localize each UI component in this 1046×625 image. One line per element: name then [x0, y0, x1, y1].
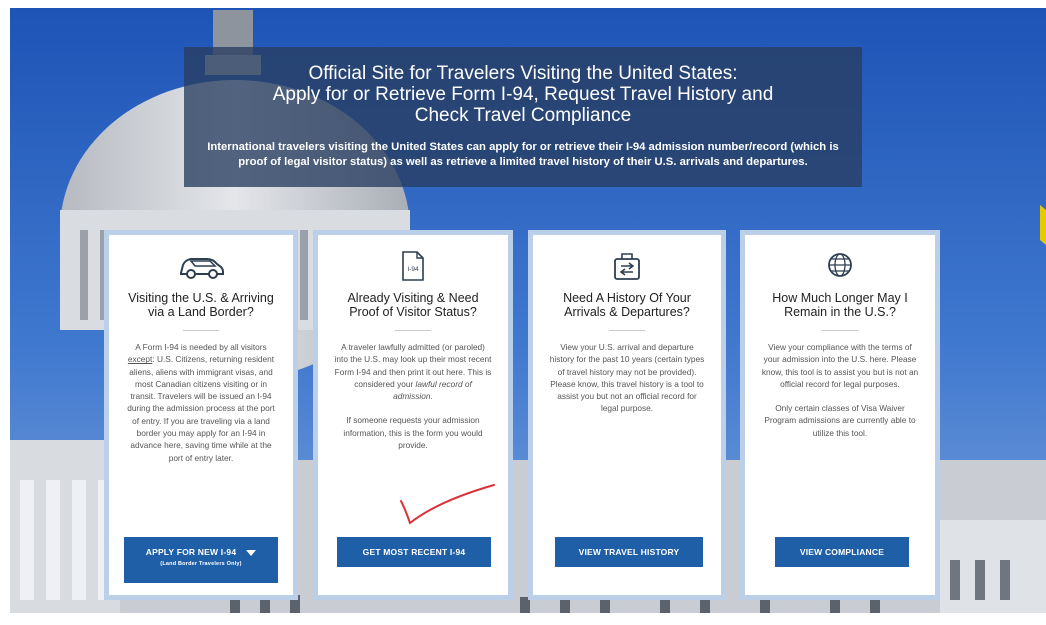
card-compliance: How Much Longer May I Remain in the U.S.…: [740, 230, 940, 600]
divider: [609, 330, 645, 331]
card-title-line: How Much Longer May I: [772, 291, 908, 305]
body-text: Only certain classes of Visa Waiver Prog…: [764, 403, 916, 438]
body-text-underlined: except: [127, 354, 153, 365]
card-visitor-status: I-94 Already Visiting & Need Proof of Vi…: [313, 230, 513, 600]
card-title-line: Already Visiting & Need: [347, 291, 479, 305]
card-title-line: Visiting the U.S. & Arriving: [128, 291, 274, 305]
card-body: View your U.S. arrival and departure his…: [549, 341, 705, 427]
card-body: A Form I-94 is needed by all visitors ex…: [125, 341, 277, 476]
card-travel-history: Need A History Of Your Arrivals & Depart…: [528, 230, 726, 600]
title-line-3: Check Travel Compliance: [414, 105, 632, 126]
button-label: VIEW TRAVEL HISTORY: [578, 547, 680, 557]
hero-description: International travelers visiting the Uni…: [207, 141, 839, 168]
view-travel-history-button[interactable]: VIEW TRAVEL HISTORY: [555, 537, 703, 567]
caret-down-icon: [246, 549, 257, 556]
i94-icon-label: I-94: [407, 266, 419, 273]
body-text: View your compliance with the terms of y…: [761, 342, 919, 389]
apply-for-new-i94-button[interactable]: APPLY FOR NEW I-94 (Land Border Traveler…: [124, 537, 278, 583]
checkmark-annotation: [400, 484, 495, 525]
body-text: : U.S. Citizens, returning resident alie…: [127, 354, 275, 463]
i94-document-icon: I-94: [318, 251, 508, 283]
divider: [183, 330, 219, 331]
body-text: View your U.S. arrival and departure his…: [549, 342, 705, 414]
title-line-2: Apply for or Retrieve Form I-94, Request…: [272, 84, 774, 105]
card-title: How Much Longer May I Remain in the U.S.…: [753, 291, 927, 319]
button-sublabel: (Land Border Travelers Only): [160, 561, 242, 567]
body-text: A Form I-94 is needed by all visitors: [135, 342, 267, 352]
card-title: Already Visiting & Need Proof of Visitor…: [326, 291, 500, 319]
card-body: View your compliance with the terms of y…: [761, 341, 919, 451]
divider: [822, 330, 858, 331]
divider: [395, 330, 431, 331]
card-title-line: via a Land Border?: [148, 305, 254, 319]
view-compliance-button[interactable]: VIEW COMPLIANCE: [775, 537, 909, 567]
page-title: Official Site for Travelers Visiting the…: [184, 47, 862, 126]
card-title-line: Arrivals & Departures?: [564, 305, 690, 319]
card-title-line: Need A History Of Your: [563, 291, 691, 305]
card-title-line: Proof of Visitor Status?: [349, 305, 477, 319]
car-icon: [109, 251, 293, 283]
card-title-line: Remain in the U.S.?: [784, 305, 896, 319]
hero-panel: Official Site for Travelers Visiting the…: [184, 47, 862, 187]
card-title: Need A History Of Your Arrivals & Depart…: [541, 291, 713, 319]
card-body: A traveler lawfully admitted (or paroled…: [334, 341, 492, 463]
body-text: If someone requests your admission infor…: [343, 415, 483, 451]
button-label: VIEW COMPLIANCE: [799, 547, 885, 557]
body-text: .: [430, 391, 433, 402]
button-label: APPLY FOR NEW I-94: [145, 547, 237, 557]
travel-history-icon: [533, 251, 721, 283]
card-title: Visiting the U.S. & Arriving via a Land …: [117, 291, 285, 319]
get-most-recent-i94-button[interactable]: GET MOST RECENT I-94: [337, 537, 491, 567]
card-land-border: Visiting the U.S. & Arriving via a Land …: [104, 230, 298, 600]
button-label: GET MOST RECENT I-94: [362, 547, 466, 557]
title-line-1: Official Site for Travelers Visiting the…: [308, 63, 738, 84]
globe-icon: [745, 251, 935, 283]
